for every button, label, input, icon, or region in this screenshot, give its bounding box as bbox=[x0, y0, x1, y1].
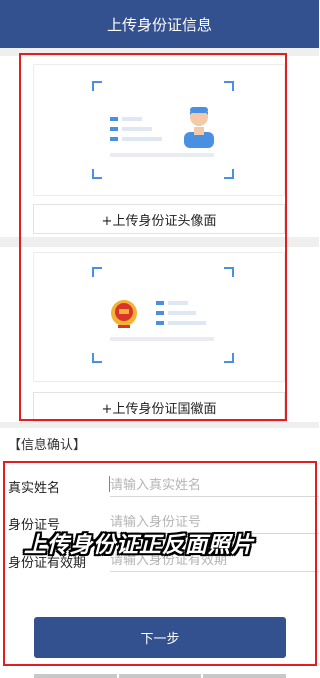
bottom-bar-segment bbox=[34, 674, 117, 678]
highlight-form-area bbox=[3, 461, 317, 666]
page-title: 上传身份证信息 bbox=[106, 15, 212, 34]
highlight-upload-area bbox=[19, 53, 287, 421]
bottom-bar bbox=[34, 674, 287, 678]
bottom-bar-segment bbox=[203, 674, 287, 678]
divider bbox=[0, 422, 319, 428]
page-header: 上传身份证信息 bbox=[0, 0, 319, 48]
bottom-bar-segment bbox=[118, 674, 202, 678]
info-section-title: 【信息确认】 bbox=[8, 438, 87, 453]
